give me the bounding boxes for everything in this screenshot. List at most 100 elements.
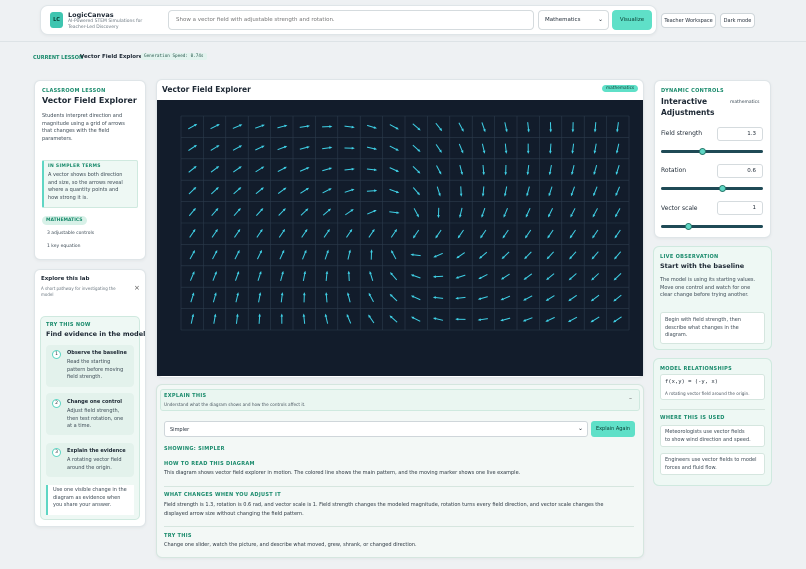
field-arrow [389, 145, 399, 151]
rotation-input[interactable]: 0.6 [717, 164, 763, 178]
field-arrow [235, 292, 239, 303]
field-arrow [210, 145, 220, 151]
field-arrow [347, 249, 351, 260]
divider [660, 409, 765, 410]
field-arrow [299, 146, 310, 150]
field-arrow [593, 143, 597, 154]
vector-scale-slider[interactable] [661, 223, 763, 230]
field-arrow [300, 208, 309, 216]
field-arrow [323, 228, 330, 238]
dynamic-controls-label: DYNAMIC CONTROLS [661, 88, 724, 94]
field-arrow [346, 228, 353, 238]
header-divider [0, 41, 806, 42]
dark-mode-button[interactable]: Dark mode [720, 13, 755, 28]
field-arrow [346, 313, 352, 324]
lesson-title: Vector Field Explorer [42, 96, 137, 105]
equation-description: A rotating vector field around the origi… [665, 391, 750, 396]
rotation-handle[interactable] [718, 185, 726, 192]
field-arrow [302, 292, 306, 303]
field-arrow [368, 228, 375, 238]
field-arrow [459, 165, 463, 176]
simpler-terms-text: A vector shows both direction and size, s… [48, 172, 123, 201]
where-used-label: WHERE THIS IS USED [660, 415, 725, 421]
field-arrow [590, 316, 600, 323]
field-arrow [366, 146, 378, 150]
field-arrow [278, 228, 286, 238]
explore-subtitle: A short pathway for investigating the mod… [41, 286, 116, 297]
model-relationships-label: MODEL RELATIONSHIPS [660, 366, 732, 372]
teacher-workspace-button[interactable]: Teacher Workspace [661, 13, 716, 28]
field-arrow [593, 165, 598, 176]
field-arrow [233, 187, 242, 195]
field-arrow [592, 229, 599, 239]
field-arrow [504, 143, 508, 154]
field-arrow [344, 167, 355, 171]
field-arrow [324, 313, 329, 324]
field-arrow [548, 186, 553, 197]
field-arrow [213, 313, 217, 324]
chevron-down-icon: ⌄ [597, 16, 603, 23]
field-arrow [188, 123, 198, 130]
try-this-title: Find evidence in the model [46, 330, 146, 338]
vector-scale-handle[interactable] [685, 223, 693, 230]
field-arrow [593, 186, 598, 197]
field-arrow [258, 313, 261, 324]
subject-select[interactable]: Mathematics ⌄ [538, 10, 609, 30]
field-arrow [615, 165, 620, 176]
section-read-label: HOW TO READ THIS DIAGRAM [164, 461, 255, 467]
step-3-text: A rotating vector field around the origin… [67, 457, 122, 471]
field-arrow [413, 208, 419, 218]
divider [164, 526, 634, 527]
explain-label: EXPLAIN THIS [164, 393, 207, 399]
field-arrow [500, 317, 511, 322]
chevron-down-icon: ⌄ [577, 425, 583, 432]
field-arrow [299, 124, 310, 128]
close-icon[interactable]: × [134, 284, 140, 292]
field-strength-input[interactable]: 1.3 [717, 127, 763, 141]
rotation-slider[interactable] [661, 185, 763, 192]
field-arrow [569, 251, 577, 260]
field-arrow [322, 208, 332, 216]
field-arrow [234, 228, 241, 238]
explain-header[interactable] [160, 389, 640, 411]
section-try-text: Change one slider, watch the picture, an… [164, 542, 417, 548]
field-arrow [591, 273, 600, 281]
field-arrow [481, 143, 486, 154]
field-arrow [481, 186, 485, 197]
field-arrow [366, 189, 378, 193]
rotation-label: Rotation [661, 167, 687, 174]
field-arrow [504, 122, 508, 133]
generation-speed-badge: Generation Speed: 0.74s [141, 53, 207, 60]
field-arrow [233, 166, 242, 173]
field-arrow [546, 273, 555, 281]
field-arrow [389, 124, 399, 130]
subject-badge: MATHEMATICS [42, 216, 87, 225]
prompt-input[interactable] [168, 10, 534, 30]
observation-text: The model is using its starting values. M… [660, 277, 756, 298]
field-arrow [411, 316, 421, 322]
field-arrow [277, 124, 288, 129]
field-strength-slider[interactable] [661, 148, 763, 155]
field-arrow [255, 187, 264, 195]
field-arrow [613, 294, 622, 302]
field-arrow [435, 144, 442, 153]
explain-level-select[interactable]: Simpler ⌄ [164, 421, 588, 437]
field-arrow [190, 292, 195, 303]
field-arrow [188, 144, 198, 152]
field-arrow [279, 249, 285, 260]
explain-again-button[interactable]: Explain Again [591, 421, 635, 437]
visualize-button[interactable]: Visualize [612, 10, 652, 30]
vector-field-canvas[interactable] [157, 100, 643, 376]
vector-scale-label: Vector scale [661, 205, 698, 212]
field-arrow [368, 314, 375, 324]
field-arrow [504, 164, 508, 176]
field-arrow [549, 143, 552, 154]
field-arrow [523, 273, 533, 280]
vector-field-svg [180, 115, 630, 331]
vector-scale-input[interactable]: 1 [717, 201, 763, 215]
field-arrow [280, 313, 284, 324]
field-arrow [412, 123, 421, 131]
field-arrow [412, 187, 421, 196]
field-arrow [432, 317, 444, 321]
collapse-icon[interactable]: – [629, 395, 632, 402]
